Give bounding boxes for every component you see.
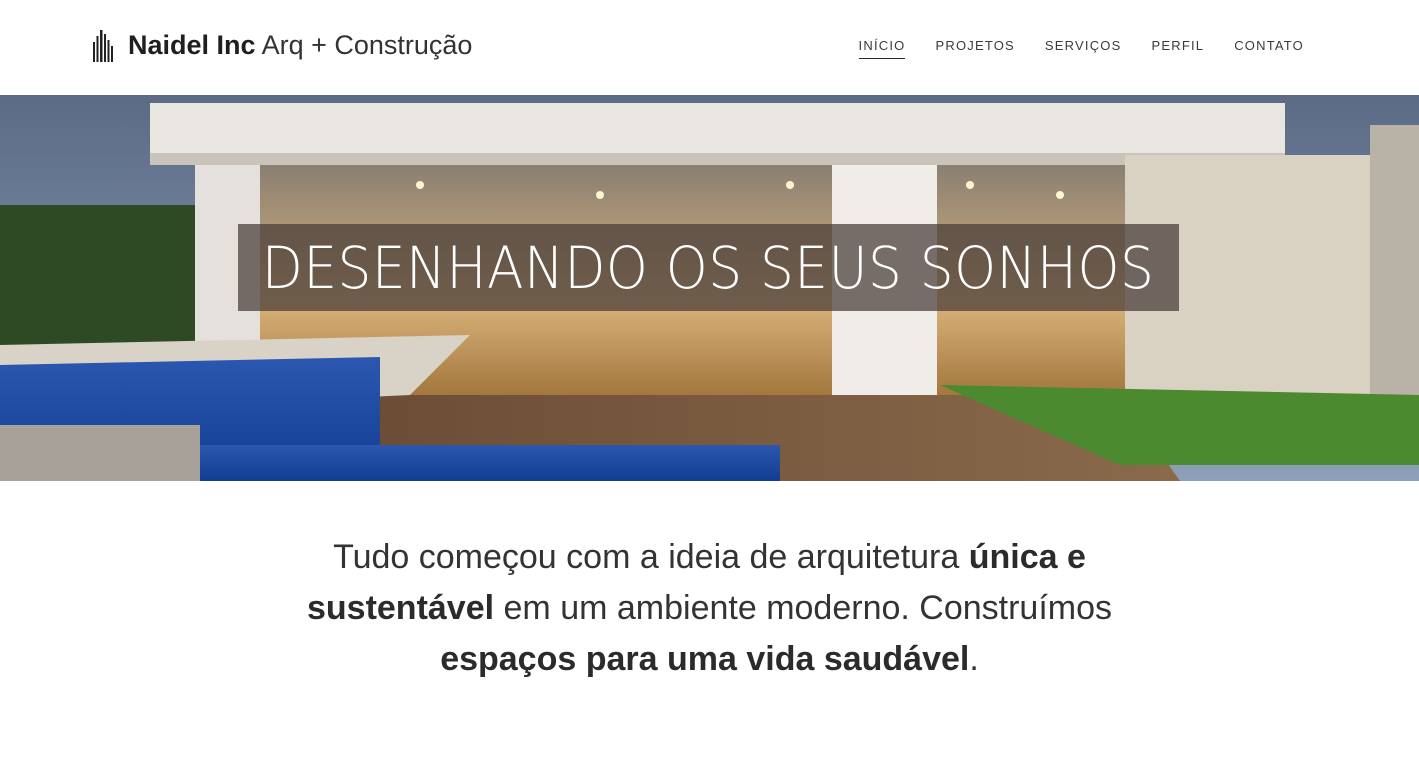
building-icon	[93, 30, 113, 62]
intro-text-part: Tudo começou com a ideia de arquitetura	[333, 538, 969, 576]
hero-caption-box: DESENHANDO OS SEUS SONHOS	[238, 224, 1179, 311]
nav-item-projetos[interactable]: PROJETOS	[935, 38, 1014, 59]
nav-item-perfil[interactable]: PERFIL	[1151, 38, 1204, 59]
intro-paragraph: Tudo começou com a ideia de arquitetura …	[260, 532, 1160, 685]
main-nav: INÍCIO PROJETOS SERVIÇOS PERFIL CONTATO	[858, 38, 1304, 59]
intro-section: Tudo começou com a ideia de arquitetura …	[0, 532, 1419, 685]
brand-name-bold: Naidel Inc	[128, 30, 256, 60]
hero-title: DESENHANDO OS SEUS SONHOS	[262, 233, 1155, 302]
brand-name: Naidel Inc Arq + Construção	[128, 28, 472, 62]
nav-item-servicos[interactable]: SERVIÇOS	[1045, 38, 1122, 59]
nav-item-inicio[interactable]: INÍCIO	[858, 38, 906, 59]
hero-banner: DESENHANDO OS SEUS SONHOS	[0, 95, 1419, 481]
brand-name-light: Arq + Construção	[261, 30, 473, 60]
site-header: Naidel Inc Arq + Construção INÍCIO PROJE…	[0, 0, 1419, 95]
intro-text-part: em um ambiente moderno. Construímos	[494, 589, 1113, 627]
nav-item-contato[interactable]: CONTATO	[1234, 38, 1304, 59]
intro-text-bold: espaços para uma vida saudável	[440, 640, 970, 678]
intro-text-part: .	[969, 640, 979, 678]
logo[interactable]: Naidel Inc Arq + Construção	[92, 28, 472, 62]
